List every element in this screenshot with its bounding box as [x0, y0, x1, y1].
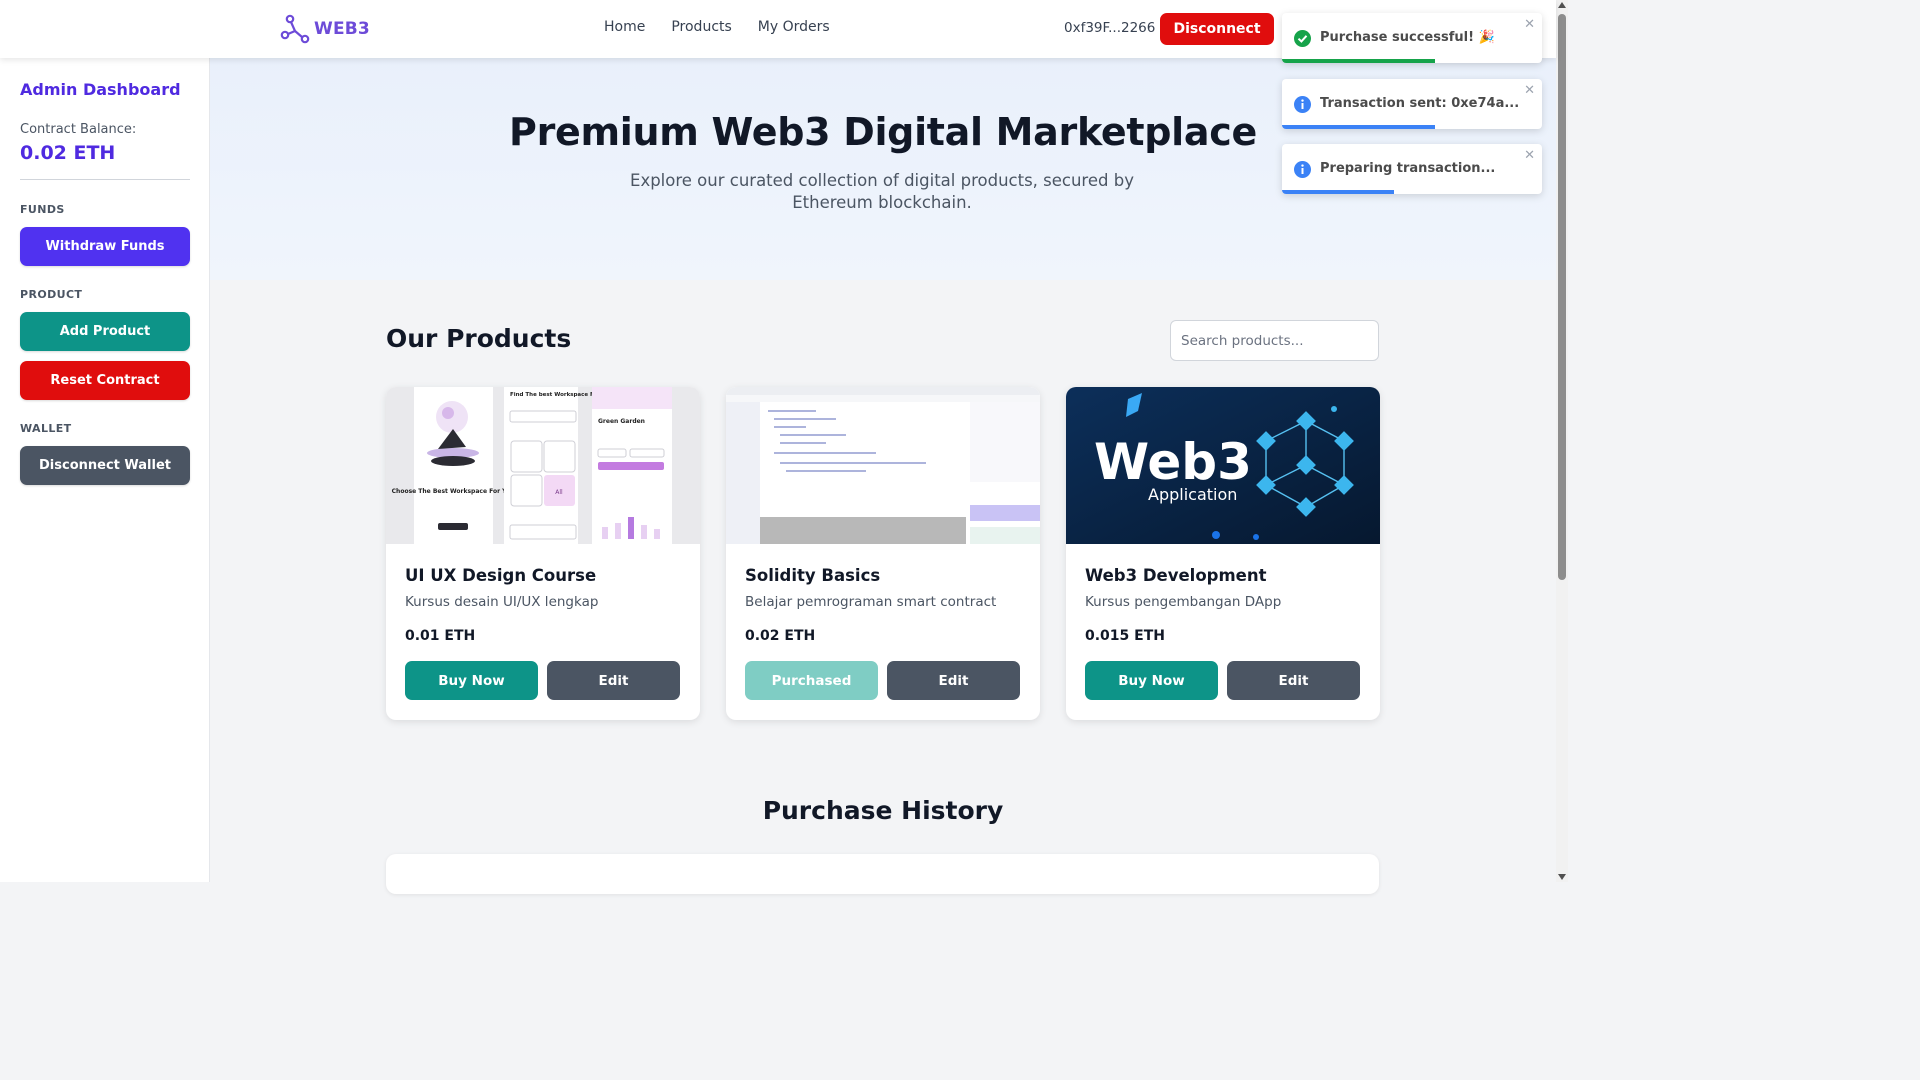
nav-my-orders[interactable]: My Orders	[758, 19, 830, 35]
main-content: Our Products Choose The Best Workspace F…	[210, 280, 1556, 894]
toast-progress-bar	[1282, 125, 1436, 129]
logo-text: WEB3	[314, 19, 370, 39]
product-name: Solidity Basics	[745, 566, 881, 585]
contract-balance-label: Contract Balance:	[20, 122, 137, 137]
banner-subtitle: Application	[1148, 485, 1237, 504]
toast-message: Transaction sent: 0xe74a...	[1320, 96, 1520, 111]
toast-success: Purchase successful! 🎉 ✕	[1282, 13, 1542, 63]
toast-message: Purchase successful! 🎉	[1320, 30, 1495, 45]
close-icon[interactable]: ✕	[1524, 17, 1535, 32]
page-scrollbar[interactable]	[1556, 0, 1568, 882]
toast-progress-bar	[1282, 59, 1436, 63]
close-icon[interactable]: ✕	[1524, 148, 1535, 163]
product-image: Web3 Application	[1066, 387, 1380, 544]
scroll-down-icon[interactable]	[1558, 874, 1566, 880]
product-name: UI UX Design Course	[405, 566, 597, 585]
product-price: 0.01 ETH	[405, 628, 476, 644]
scrollbar-thumb[interactable]	[1558, 14, 1566, 580]
product-price: 0.015 ETH	[1085, 628, 1165, 644]
product-description: Kursus pengembangan DApp	[1085, 594, 1282, 610]
product-image: Choose The Best Workspace For You Find T…	[386, 387, 700, 544]
nav-home[interactable]: Home	[604, 19, 645, 35]
products-section-title: Our Products	[386, 324, 572, 353]
network-logo-icon	[280, 14, 310, 44]
logo[interactable]: WEB3	[280, 13, 370, 45]
wallet-address: 0xf39F...2266	[1064, 20, 1156, 36]
section-label-wallet: WALLET	[20, 422, 72, 435]
search-input[interactable]	[1170, 320, 1379, 361]
sidebar-title: Admin Dashboard	[20, 80, 181, 99]
reset-contract-button[interactable]: Reset Contract	[20, 361, 190, 400]
edit-product-button[interactable]: Edit	[547, 661, 680, 700]
toast-info: Transaction sent: 0xe74a... ✕	[1282, 79, 1542, 129]
section-label-funds: FUNDS	[20, 203, 65, 216]
buy-now-button[interactable]: Buy Now	[405, 661, 538, 700]
product-description: Kursus desain UI/UX lengkap	[405, 594, 599, 610]
purchase-history-title: Purchase History	[762, 796, 1004, 825]
mockup-text: Choose The Best Workspace For You	[392, 488, 515, 495]
info-circle-icon	[1294, 161, 1311, 178]
admin-sidebar: Admin Dashboard Contract Balance: 0.02 E…	[0, 58, 210, 882]
main-nav: Home Products My Orders	[604, 19, 830, 35]
toast-message: Preparing transaction...	[1320, 161, 1496, 176]
info-circle-icon	[1294, 96, 1311, 113]
nav-products[interactable]: Products	[671, 19, 731, 35]
sidebar-divider	[20, 179, 190, 180]
withdraw-funds-button[interactable]: Withdraw Funds	[20, 227, 190, 266]
edit-product-button[interactable]: Edit	[1227, 661, 1360, 700]
product-card: Solidity Basics Belajar pemrograman smar…	[726, 387, 1040, 720]
product-description: Belajar pemrograman smart contract	[745, 594, 997, 610]
purchase-history-panel	[386, 854, 1379, 894]
section-label-product: PRODUCT	[20, 288, 83, 301]
product-price: 0.02 ETH	[745, 628, 816, 644]
toast-info: Preparing transaction... ✕	[1282, 144, 1542, 194]
toast-progress-bar	[1282, 190, 1394, 194]
edit-product-button[interactable]: Edit	[887, 661, 1020, 700]
mockup-text: Green Garden	[598, 418, 645, 425]
product-card: Choose The Best Workspace For You Find T…	[386, 387, 700, 720]
buy-now-button[interactable]: Buy Now	[1085, 661, 1218, 700]
disconnect-button[interactable]: Disconnect	[1160, 13, 1274, 45]
product-card: Web3 Application Web3 Development Kursus…	[1066, 387, 1380, 720]
disconnect-wallet-button[interactable]: Disconnect Wallet	[20, 446, 190, 485]
purchased-button[interactable]: Purchased	[745, 661, 878, 700]
banner-title: Web3	[1094, 433, 1252, 491]
product-name: Web3 Development	[1085, 566, 1267, 585]
contract-balance-value: 0.02 ETH	[20, 142, 116, 164]
add-product-button[interactable]: Add Product	[20, 312, 190, 351]
close-icon[interactable]: ✕	[1524, 83, 1535, 98]
scroll-up-icon[interactable]	[1558, 2, 1566, 8]
mockup-text: All	[555, 489, 563, 496]
hero-subtitle: Explore our curated collection of digita…	[630, 171, 1134, 212]
check-circle-icon	[1294, 30, 1311, 47]
product-image	[726, 387, 1040, 544]
